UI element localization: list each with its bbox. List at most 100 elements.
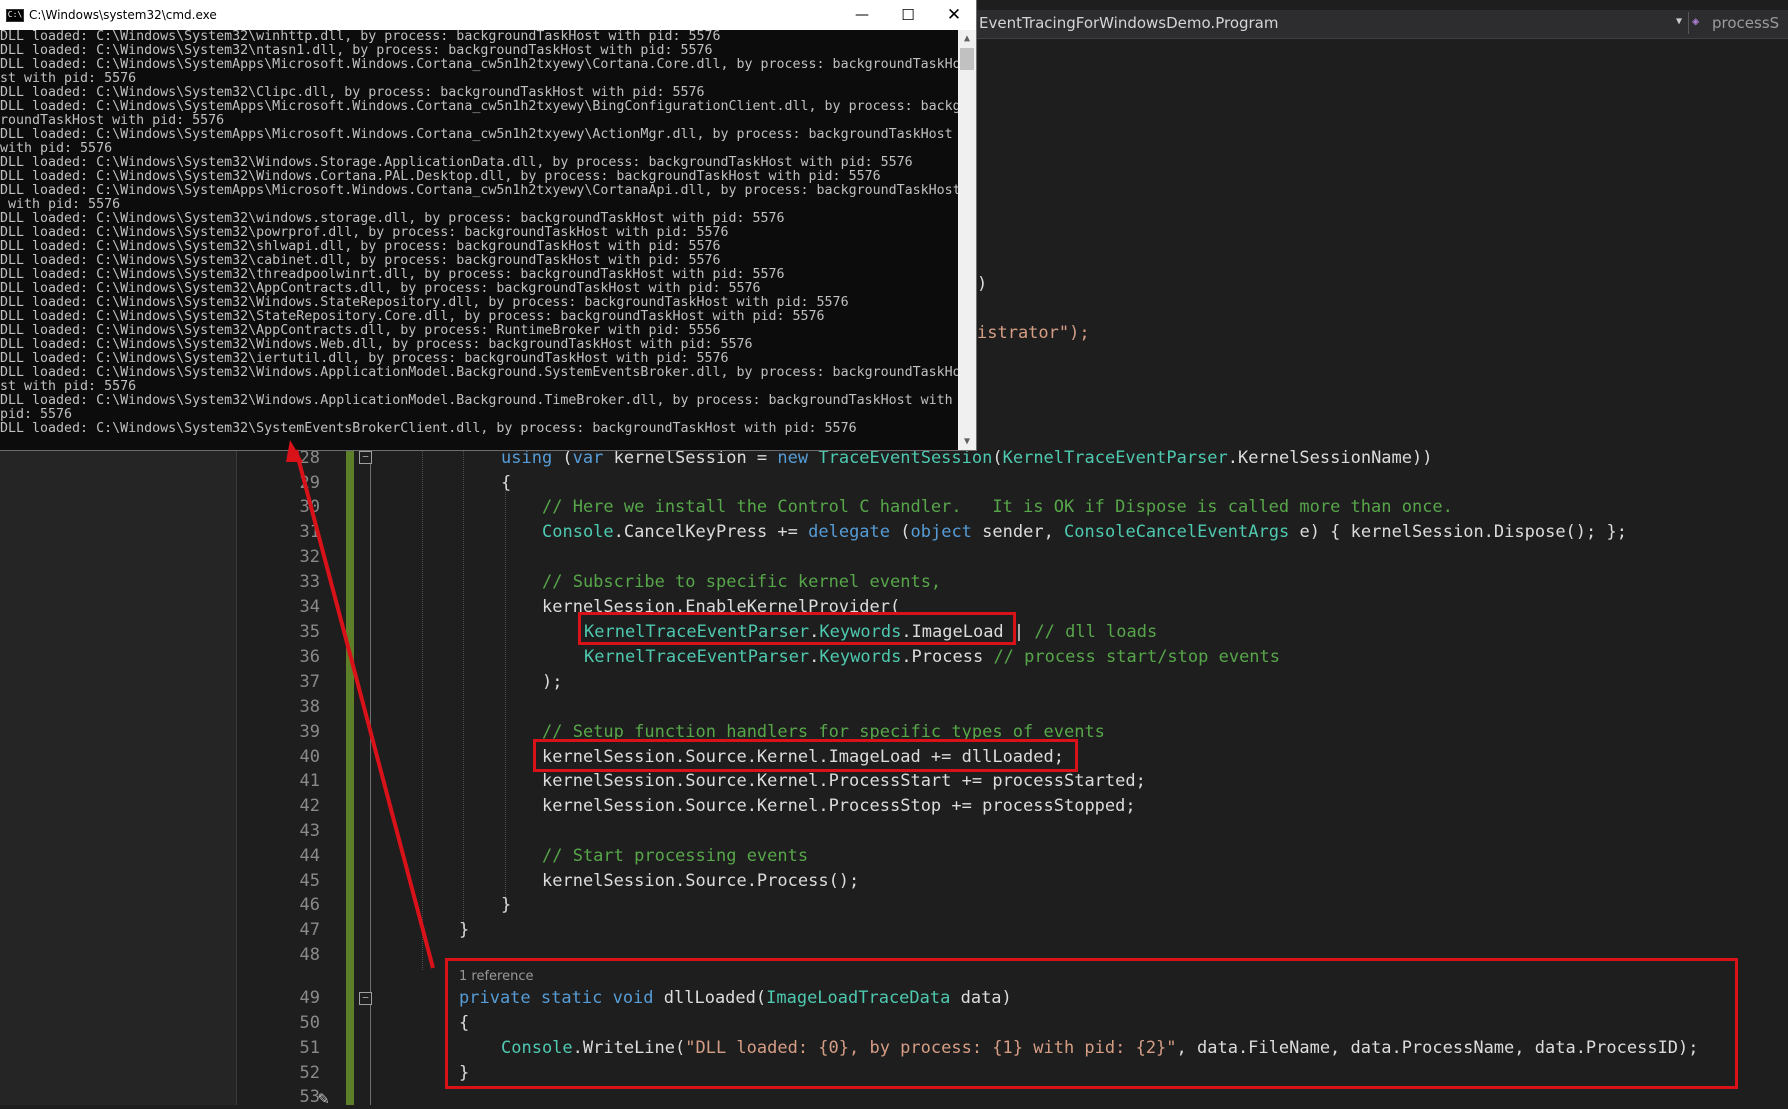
line-number: 32 bbox=[299, 547, 320, 567]
highlight-imageload-handler bbox=[533, 739, 1078, 772]
code-line-28[interactable]: using (var kernelSession = new TraceEven… bbox=[501, 448, 1432, 468]
console-line: with pid: 5576 bbox=[0, 197, 121, 212]
nav-separator bbox=[1688, 12, 1689, 34]
console-line: pid: 5576 bbox=[0, 407, 73, 422]
code-line-29[interactable]: { bbox=[501, 473, 511, 493]
code-token: // Start processing events bbox=[542, 846, 809, 866]
console-line: DLL loaded: C:\Windows\System32\shlwapi.… bbox=[0, 239, 721, 254]
code-token: ( bbox=[552, 448, 573, 468]
outline-margin-line bbox=[370, 440, 371, 1105]
line-number: 40 bbox=[299, 747, 320, 767]
code-line-31[interactable]: Console.CancelKeyPress += delegate (obje… bbox=[542, 522, 1627, 542]
console-scrollbar[interactable]: ▲ ▼ bbox=[958, 30, 976, 450]
console-line: DLL loaded: C:\Windows\System32\SystemEv… bbox=[0, 421, 857, 436]
line-number: 45 bbox=[299, 871, 320, 891]
line-number: 30 bbox=[299, 497, 320, 517]
line-number: 38 bbox=[299, 697, 320, 717]
line-number: 28 bbox=[299, 448, 320, 468]
chevron-down-icon[interactable]: ▼ bbox=[1676, 16, 1682, 27]
line-number: 46 bbox=[299, 895, 320, 915]
code-line-44[interactable]: // Start processing events bbox=[542, 846, 808, 866]
console-icon: C:\ bbox=[6, 9, 24, 22]
console-output[interactable]: DLL loaded: C:\Windows\System32\winhttp.… bbox=[0, 30, 958, 448]
line-number: 52 bbox=[299, 1063, 320, 1083]
console-line: roundTaskHost with pid: 5576 bbox=[0, 113, 225, 128]
maximize-button[interactable]: ☐ bbox=[885, 0, 931, 30]
code-token: . bbox=[809, 647, 820, 667]
line-number: 34 bbox=[299, 597, 320, 617]
pencil-icon: ✎ bbox=[318, 1088, 329, 1109]
code-token: .CancelKeyPress += bbox=[613, 522, 809, 542]
code-line-42[interactable]: kernelSession.Source.Kernel.ProcessStop … bbox=[542, 796, 1136, 816]
minimize-button[interactable]: — bbox=[839, 0, 885, 30]
line-number: 42 bbox=[299, 796, 320, 816]
console-line: st with pid: 5576 bbox=[0, 71, 137, 86]
code-token: object bbox=[910, 522, 972, 542]
code-line-41[interactable]: kernelSession.Source.Kernel.ProcessStart… bbox=[542, 771, 1146, 791]
indent-guide bbox=[422, 440, 423, 970]
code-line-30[interactable]: // Here we install the Control C handler… bbox=[542, 497, 1453, 517]
code-line-37[interactable]: ); bbox=[542, 672, 562, 692]
line-number: 35 bbox=[299, 622, 320, 642]
scroll-thumb[interactable] bbox=[960, 48, 974, 70]
code-token: TraceEventSession bbox=[818, 448, 993, 468]
code-line-45[interactable]: kernelSession.Source.Process(); bbox=[542, 871, 859, 891]
console-line: DLL loaded: C:\Windows\System32\winhttp.… bbox=[0, 30, 721, 44]
code-token: // process start/stop events bbox=[993, 647, 1281, 667]
code-token: // dll loads bbox=[1034, 622, 1158, 642]
code-token: KernelTraceEventParser bbox=[584, 647, 810, 667]
highlight-imageload-keyword bbox=[578, 612, 1016, 645]
code-line-46[interactable]: } bbox=[501, 895, 511, 915]
console-line: DLL loaded: C:\Windows\System32\threadpo… bbox=[0, 267, 785, 282]
code-token: // Subscribe to specific kernel events, bbox=[542, 572, 942, 592]
line-number: 50 bbox=[299, 1013, 320, 1033]
console-line: DLL loaded: C:\Windows\System32\windows.… bbox=[0, 211, 785, 226]
window-title: C:\Windows\system32\cmd.exe bbox=[29, 8, 217, 22]
code-token: { bbox=[501, 473, 512, 493]
code-token: ( bbox=[890, 522, 911, 542]
code-token: Console bbox=[542, 522, 614, 542]
nav-type-dropdown[interactable]: EventTracingForWindowsDemo.Program bbox=[979, 14, 1279, 32]
code-token: } bbox=[459, 920, 470, 940]
console-line: DLL loaded: C:\Windows\System32\Windows.… bbox=[0, 155, 913, 170]
line-number: 31 bbox=[299, 522, 320, 542]
code-line-33[interactable]: // Subscribe to specific kernel events, bbox=[542, 572, 941, 592]
collapse-minus-icon[interactable]: − bbox=[359, 451, 372, 464]
console-line: DLL loaded: C:\Windows\System32\Windows.… bbox=[0, 169, 881, 184]
close-button[interactable]: ✕ bbox=[931, 0, 977, 30]
code-token: } bbox=[501, 895, 512, 915]
console-line: DLL loaded: C:\Windows\SystemApps\Micros… bbox=[0, 99, 958, 114]
line-number: 36 bbox=[299, 647, 320, 667]
console-line: DLL loaded: C:\Windows\SystemApps\Micros… bbox=[0, 57, 958, 72]
console-line: DLL loaded: C:\Windows\System32\Windows.… bbox=[0, 337, 753, 352]
code-token: using bbox=[501, 448, 553, 468]
line-number: 47 bbox=[299, 920, 320, 940]
nav-member-dropdown[interactable]: processS bbox=[1712, 14, 1779, 32]
console-line: DLL loaded: C:\Windows\System32\iertutil… bbox=[0, 351, 729, 366]
line-number: 53 bbox=[299, 1087, 320, 1107]
cmd-window[interactable]: C:\ C:\Windows\system32\cmd.exe — ☐ ✕ DL… bbox=[0, 0, 976, 450]
code-token: KernelTraceEventParser bbox=[1002, 448, 1228, 468]
console-line: DLL loaded: C:\Windows\System32\AppContr… bbox=[0, 323, 721, 338]
code-token: delegate bbox=[808, 522, 891, 542]
console-line: DLL loaded: C:\Windows\SystemApps\Micros… bbox=[0, 127, 953, 142]
scroll-down-icon[interactable]: ▼ bbox=[958, 433, 976, 450]
console-line: DLL loaded: C:\Windows\System32\cabinet.… bbox=[0, 253, 721, 268]
line-number: 49 bbox=[299, 988, 320, 1008]
console-line: DLL loaded: C:\Windows\SystemApps\Micros… bbox=[0, 183, 958, 198]
console-line: DLL loaded: C:\Windows\System32\Windows.… bbox=[0, 365, 958, 380]
scroll-up-icon[interactable]: ▲ bbox=[958, 30, 976, 47]
console-line: st with pid: 5576 bbox=[0, 379, 137, 394]
collapse-minus-icon[interactable]: − bbox=[359, 992, 372, 1005]
code-line-partial: istrator"); bbox=[977, 323, 1090, 343]
line-number: 33 bbox=[299, 572, 320, 592]
line-number: 44 bbox=[299, 846, 320, 866]
code-line-47[interactable]: } bbox=[459, 920, 469, 940]
code-token: kernelSession.Source.Kernel.ProcessStop … bbox=[542, 796, 1136, 816]
code-line-36[interactable]: KernelTraceEventParser.Keywords.Process … bbox=[584, 647, 1280, 667]
cmd-titlebar[interactable]: C:\ C:\Windows\system32\cmd.exe — ☐ ✕ bbox=[0, 0, 976, 30]
code-token: sender, bbox=[971, 522, 1065, 542]
code-token: // Here we install the Control C handler… bbox=[542, 497, 1453, 517]
console-line: DLL loaded: C:\Windows\System32\Windows.… bbox=[0, 393, 953, 408]
